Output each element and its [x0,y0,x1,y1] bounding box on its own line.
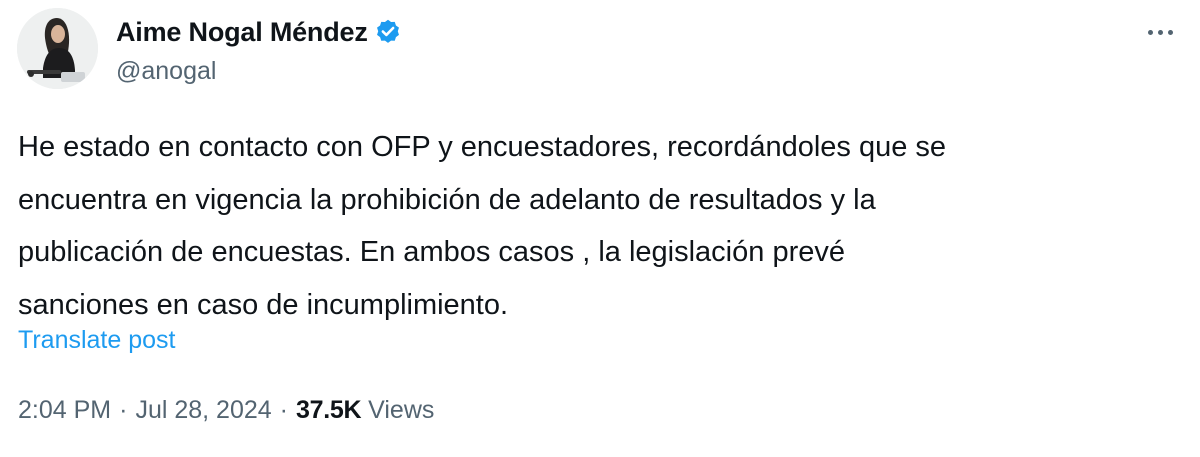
author-avatar[interactable] [17,8,98,89]
post-meta: 2:04 PM · Jul 28, 2024 · 37.5K Views [18,396,434,425]
post-text-line: He estado en contacto con OFP y encuesta… [18,131,947,163]
views-label: Views [368,396,435,424]
meta-separator: · [279,396,288,424]
post-text: He estado en contacto con OFP y encuesta… [18,121,1183,331]
more-horizontal-icon-dot [1157,29,1163,35]
more-options-button[interactable] [1140,18,1180,46]
translate-post-link[interactable]: Translate post [18,326,175,355]
author-display-name[interactable]: Aime Nogal Méndez [116,17,368,48]
post-date[interactable]: Jul 28, 2024 [135,396,271,424]
post-time[interactable]: 2:04 PM [18,396,111,424]
author-name-row: Aime Nogal Méndez [116,14,402,50]
verified-badge-icon[interactable] [374,18,402,46]
post-card: Aime Nogal Méndez @anogal He estado en c… [0,0,1200,457]
post-text-line: encuentra en vigencia la prohibición de … [18,183,876,216]
views-count[interactable]: 37.5K [296,396,362,424]
post-text-line: sanciones en caso de incumplimiento. [18,288,509,321]
more-horizontal-icon-dot [1167,29,1173,35]
profile-photo-icon [17,8,98,89]
post-text-line: publicación de encuestas. En ambos casos… [18,236,845,268]
more-horizontal-icon-dot [1147,29,1153,35]
author-handle[interactable]: @anogal [116,57,216,86]
meta-separator: · [119,396,128,424]
